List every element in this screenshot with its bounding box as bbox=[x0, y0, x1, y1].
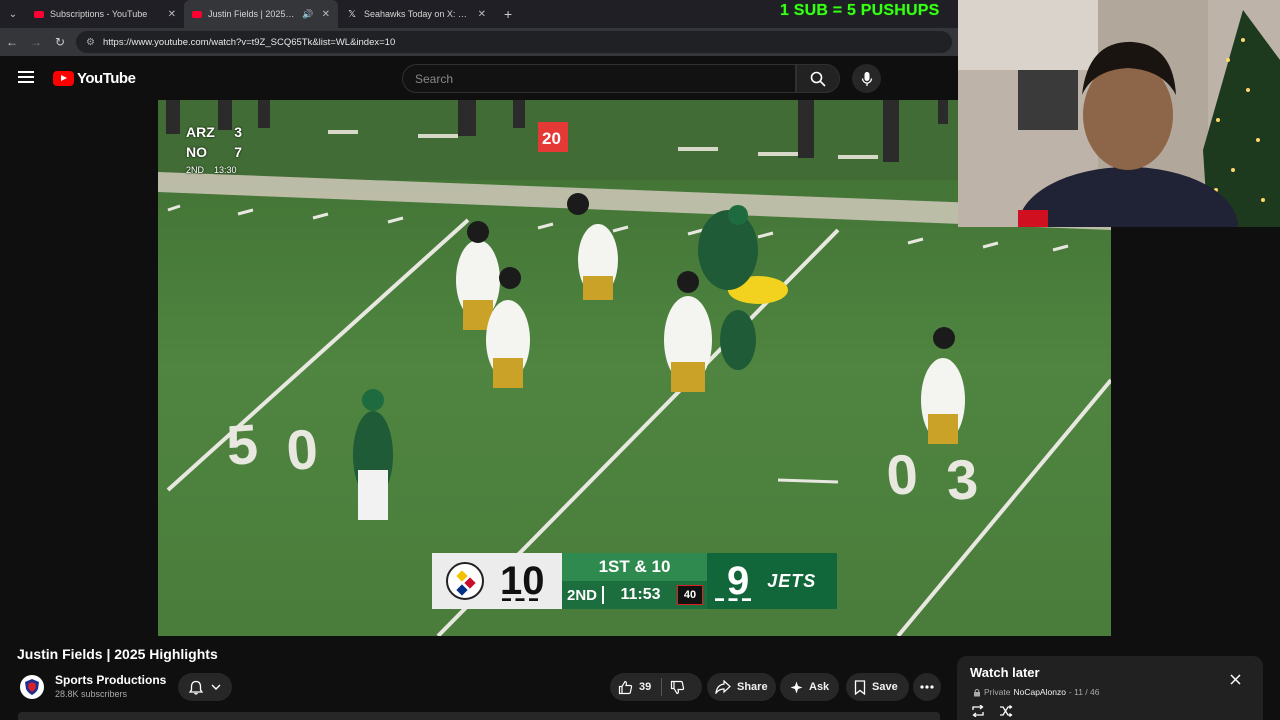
stream-overlay-text: 1 SUB = 5 PUSHUPS bbox=[780, 2, 940, 19]
playlist-owner[interactable]: NoCapAlonzo bbox=[1013, 687, 1065, 697]
mini-scoreboard: ARZ 3 NO 7 2ND 13:30 bbox=[186, 122, 242, 180]
mini-team1: ARZ bbox=[186, 124, 215, 140]
tab-subscriptions[interactable]: Subscriptions - YouTube ✕ bbox=[26, 0, 184, 28]
lock-icon bbox=[974, 688, 980, 696]
youtube-favicon-icon bbox=[34, 10, 44, 18]
subscriber-count: 28.8K subscribers bbox=[55, 689, 128, 699]
youtube-play-logo-icon bbox=[53, 71, 74, 86]
home-team-panel: 9 JETS ▬ ▬ ▬ bbox=[707, 553, 837, 609]
search-input[interactable] bbox=[415, 71, 795, 86]
sparkle-icon bbox=[790, 681, 803, 693]
playlist-meta: Private NoCapAlonzo - 11 / 46 bbox=[973, 687, 1099, 697]
tv-scorebug: 10 ▬ ▬ ▬ 1ST & 10 2ND 11:53 40 9 JETS ▬ … bbox=[432, 553, 837, 609]
channel-name[interactable]: Sports Productions bbox=[55, 673, 166, 687]
youtube-favicon-icon bbox=[192, 10, 202, 18]
search-icon bbox=[810, 71, 826, 87]
tab-title: Justin Fields | 2025 Highlig bbox=[208, 9, 297, 19]
away-team-panel: 10 ▬ ▬ ▬ bbox=[432, 553, 562, 609]
tab-title: Seahawks Today on X: "The Sea bbox=[364, 9, 470, 19]
url-text: https://www.youtube.com/watch?v=t9Z_SCQ6… bbox=[102, 36, 396, 48]
save-label: Save bbox=[872, 681, 898, 693]
x-favicon-icon: 𝕏 bbox=[347, 8, 357, 20]
webcam-feed bbox=[958, 0, 1280, 227]
play-clock: 40 bbox=[677, 585, 703, 605]
description-box-edge[interactable] bbox=[18, 712, 940, 720]
steelers-logo-icon bbox=[446, 562, 484, 600]
close-tab-icon[interactable]: ✕ bbox=[322, 9, 330, 20]
timeouts-indicator: ▬ ▬ ▬ bbox=[715, 593, 753, 603]
tab-title: Subscriptions - YouTube bbox=[50, 9, 148, 19]
playlist-position: - 11 / 46 bbox=[1068, 687, 1100, 697]
close-icon bbox=[1230, 674, 1241, 685]
like-count: 39 bbox=[639, 681, 652, 693]
streamer-webcam bbox=[958, 0, 1280, 227]
save-button[interactable]: Save bbox=[846, 673, 909, 701]
tab-list-chevron-icon[interactable]: ⌄ bbox=[0, 0, 26, 28]
timeouts-indicator: ▬ ▬ ▬ bbox=[502, 593, 540, 603]
logo-wordmark: YouTube bbox=[77, 70, 136, 87]
channel-shield-icon bbox=[25, 679, 39, 695]
jets-logo-text: JETS bbox=[767, 570, 817, 591]
chevron-down-icon bbox=[211, 684, 221, 690]
menu-hamburger-icon[interactable] bbox=[18, 71, 34, 83]
playlist-privacy: Private bbox=[984, 687, 1011, 697]
game-state-panel: 1ST & 10 2ND 11:53 40 bbox=[562, 553, 707, 609]
shuffle-icon[interactable] bbox=[999, 705, 1013, 717]
game-clock: 11:53 bbox=[602, 586, 677, 604]
speaker-icon[interactable]: 🔊 bbox=[302, 9, 313, 20]
loop-icon[interactable] bbox=[971, 705, 985, 717]
mini-score1: 3 bbox=[234, 124, 242, 140]
notifications-button[interactable] bbox=[178, 673, 232, 701]
youtube-header: YouTube bbox=[0, 56, 958, 100]
forward-arrow-icon[interactable]: → bbox=[24, 35, 48, 49]
watch-later-playlist-panel: Watch later Private NoCapAlonzo - 11 / 4… bbox=[957, 656, 1263, 720]
bell-icon bbox=[189, 680, 203, 695]
reload-icon[interactable]: ↻ bbox=[48, 35, 72, 49]
mini-team2: NO bbox=[186, 144, 207, 160]
back-arrow-icon[interactable]: ← bbox=[0, 35, 24, 49]
svg-text:3: 3 bbox=[944, 447, 979, 512]
down-distance: 1ST & 10 bbox=[562, 553, 707, 581]
new-tab-plus-icon[interactable]: + bbox=[494, 6, 522, 22]
bookmark-icon bbox=[854, 679, 866, 695]
like-button[interactable]: 39 bbox=[610, 678, 663, 696]
voice-search-button[interactable] bbox=[852, 64, 881, 93]
video-title: Justin Fields | 2025 Highlights bbox=[17, 646, 218, 662]
microphone-icon bbox=[861, 71, 872, 86]
mini-clock: 13:30 bbox=[214, 165, 237, 175]
ask-label: Ask bbox=[809, 681, 830, 693]
playlist-title[interactable]: Watch later bbox=[970, 665, 1040, 680]
url-field[interactable]: ⚙ https://www.youtube.com/watch?v=t9Z_SC… bbox=[76, 31, 952, 53]
youtube-logo[interactable]: YouTube bbox=[53, 70, 136, 87]
close-tab-icon[interactable]: ✕ bbox=[168, 9, 176, 20]
yard-marker-text: 20 bbox=[542, 129, 561, 148]
more-horizontal-icon bbox=[920, 685, 934, 689]
site-info-icon[interactable]: ⚙ bbox=[86, 37, 95, 48]
svg-text:0: 0 bbox=[284, 417, 319, 482]
tab-seahawks[interactable]: 𝕏 Seahawks Today on X: "The Sea ✕ bbox=[338, 0, 494, 28]
share-label: Share bbox=[737, 681, 768, 693]
thumbs-up-icon bbox=[618, 680, 633, 694]
svg-text:0: 0 bbox=[884, 442, 919, 507]
like-dislike-group: 39 bbox=[610, 673, 702, 701]
ask-button[interactable]: Ask bbox=[780, 673, 839, 701]
channel-avatar[interactable] bbox=[20, 675, 44, 699]
address-bar-row: ← → ↻ ⚙ https://www.youtube.com/watch?v=… bbox=[0, 28, 958, 56]
close-playlist-button[interactable] bbox=[1230, 672, 1241, 690]
search-button[interactable] bbox=[796, 64, 840, 93]
playlist-controls bbox=[971, 705, 1013, 717]
share-arrow-icon bbox=[715, 680, 731, 694]
thumbs-down-icon bbox=[671, 680, 685, 694]
share-button[interactable]: Share bbox=[707, 673, 776, 701]
svg-text:5: 5 bbox=[224, 412, 259, 477]
close-tab-icon[interactable]: ✕ bbox=[478, 9, 486, 20]
more-actions-button[interactable] bbox=[913, 673, 941, 701]
dislike-button[interactable] bbox=[662, 680, 685, 695]
search-box[interactable] bbox=[402, 64, 796, 93]
quarter: 2ND bbox=[566, 586, 597, 604]
tab-justin-fields[interactable]: Justin Fields | 2025 Highlig 🔊 ✕ bbox=[184, 0, 338, 28]
mini-quarter: 2ND bbox=[186, 165, 205, 175]
mini-score2: 7 bbox=[234, 144, 242, 160]
